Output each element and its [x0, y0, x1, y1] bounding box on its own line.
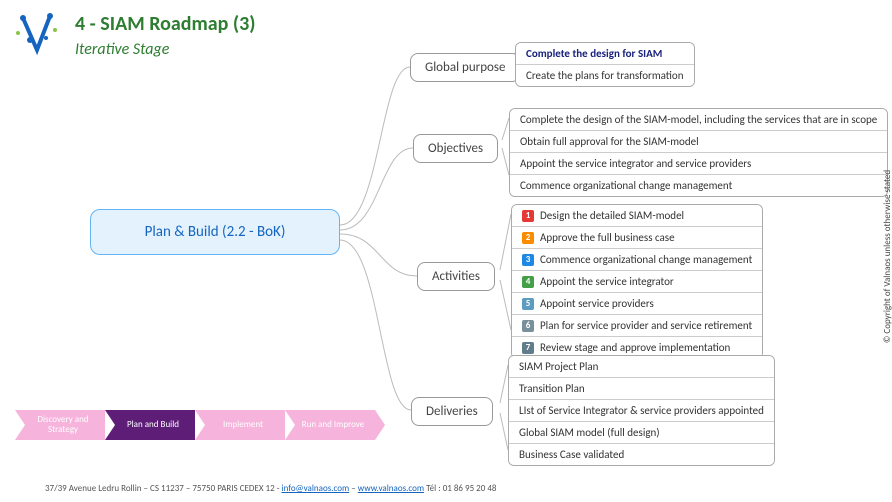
number-badge: 7	[522, 342, 534, 354]
objectives-list: Complete the design of the SIAM-model, i…	[509, 108, 888, 197]
leaf-label: Appoint the service integrator and servi…	[520, 157, 751, 170]
stage-chevron: Run and Improve	[285, 410, 375, 440]
stage-chevron: Discovery and Strategy	[15, 410, 105, 440]
leaf-item: LIst of Service Integrator & service pro…	[509, 400, 774, 422]
number-badge: 4	[522, 276, 534, 288]
leaf-label: Appoint the service integrator	[540, 275, 674, 288]
leaf-item: 4 Appoint the service integrator	[512, 271, 762, 293]
global-purpose-list: Complete the design for SIAM Create the p…	[515, 42, 695, 87]
branch-global-purpose: Global purpose	[410, 53, 520, 82]
leaf-item: 5 Appoint service providers	[512, 293, 762, 315]
leaf-label: SIAM Project Plan	[519, 360, 598, 373]
leaf-label: Complete the design for SIAM	[526, 47, 662, 60]
leaf-label: Commence organizational change managemen…	[520, 179, 732, 192]
footer-email[interactable]: info@valnaos.com	[282, 483, 350, 494]
leaf-item: SIAM Project Plan	[509, 356, 774, 378]
number-badge: 2	[522, 232, 534, 244]
page-title: 4 - SIAM Roadmap (3)	[75, 12, 255, 36]
leaf-item: Commence organizational change managemen…	[510, 175, 887, 196]
number-badge: 1	[522, 210, 534, 222]
leaf-label: Global SIAM model (full design)	[519, 426, 660, 439]
stage-chevron: Implement	[195, 410, 285, 440]
leaf-item: Create the plans for transformation	[516, 65, 694, 86]
leaf-label: Transition Plan	[519, 382, 585, 395]
leaf-label: Commence organizational change managemen…	[540, 253, 752, 266]
number-badge: 3	[522, 254, 534, 266]
leaf-item: Business Case validated	[509, 444, 774, 465]
leaf-label: Review stage and approve implementation	[540, 341, 730, 354]
leaf-label: Complete the design of the SIAM-model, i…	[520, 113, 877, 126]
leaf-item: 2 Approve the full business case	[512, 227, 762, 249]
footer-address: 37/39 Avenue Ledru Rollin – CS 11237 – 7…	[45, 483, 282, 494]
leaf-label: Plan for service provider and service re…	[540, 319, 752, 332]
branch-activities: Activities	[417, 262, 495, 291]
leaf-label: LIst of Service Integrator & service pro…	[519, 404, 764, 417]
footer: 37/39 Avenue Ledru Rollin – CS 11237 – 7…	[45, 483, 496, 494]
leaf-label: Appoint service providers	[540, 297, 654, 310]
activities-list: 1 Design the detailed SIAM-model 2 Approve …	[511, 204, 763, 359]
leaf-label: Business Case validated	[519, 448, 624, 461]
leaf-item: Global SIAM model (full design)	[509, 422, 774, 444]
branch-objectives: Objectives	[413, 134, 498, 163]
leaf-label: Design the detailed SIAM-model	[540, 209, 684, 222]
footer-web[interactable]: www.valnaos.com	[358, 483, 424, 494]
leaf-item: Obtain full approval for the SIAM-model	[510, 131, 887, 153]
logo	[10, 8, 65, 58]
leaf-item: 1 Design the detailed SIAM-model	[512, 205, 762, 227]
copyright: © Copyright of Valnaos unless otherwise …	[882, 170, 892, 343]
leaf-item: 3 Commence organizational change manageme…	[512, 249, 762, 271]
root-node: Plan & Build (2.2 - BoK)	[90, 209, 340, 255]
leaf-label: Approve the full business case	[540, 231, 675, 244]
leaf-item: Transition Plan	[509, 378, 774, 400]
page-subtitle: Iterative Stage	[75, 40, 169, 59]
stage-chevrons: Discovery and StrategyPlan and BuildImpl…	[15, 410, 375, 440]
leaf-item: Complete the design of the SIAM-model, i…	[510, 109, 887, 131]
number-badge: 5	[522, 298, 534, 310]
leaf-label: Obtain full approval for the SIAM-model	[520, 135, 699, 148]
deliveries-list: SIAM Project Plan Transition Plan LIst of …	[508, 355, 775, 466]
leaf-label: Create the plans for transformation	[526, 69, 684, 82]
branch-deliveries: Deliveries	[411, 397, 493, 426]
number-badge: 6	[522, 320, 534, 332]
leaf-item: Complete the design for SIAM	[516, 43, 694, 65]
leaf-item: 6 Plan for service provider and service r…	[512, 315, 762, 337]
footer-tel: Tél : 01 86 95 20 48	[426, 483, 496, 494]
leaf-item: Appoint the service integrator and servi…	[510, 153, 887, 175]
stage-chevron: Plan and Build	[105, 410, 195, 440]
